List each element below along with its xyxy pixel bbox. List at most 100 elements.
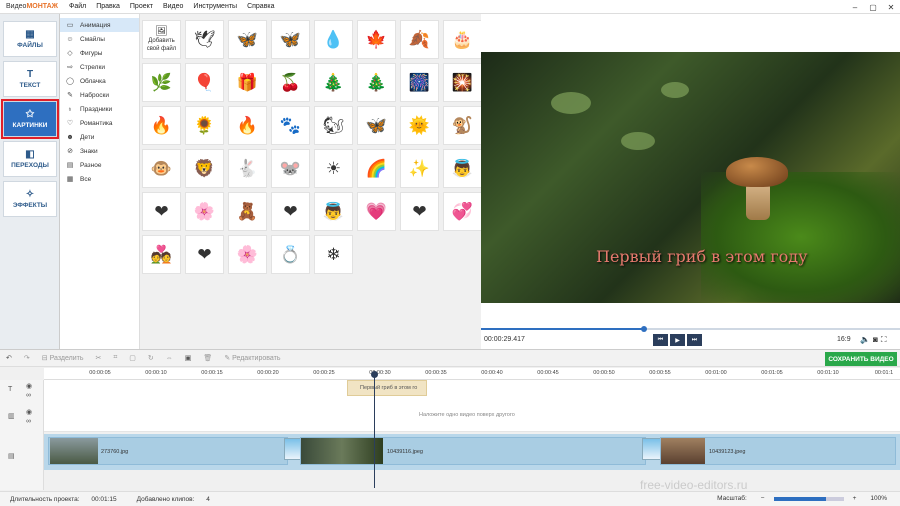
picture-tile[interactable]: 🦋 [357, 106, 396, 145]
menu-tools[interactable]: Инструменты [188, 3, 242, 10]
picture-tile[interactable]: 👼 [314, 192, 353, 231]
add-own-file-button[interactable]: 🖼 Добавить свой файл [142, 20, 181, 59]
picture-tile[interactable]: 🔥 [142, 106, 181, 145]
picture-tile[interactable]: 💞 [443, 192, 482, 231]
menu-video[interactable]: Видео [158, 3, 188, 10]
picture-tile[interactable]: 💧 [314, 20, 353, 59]
picture-tile[interactable]: ❄ [314, 235, 353, 274]
picture-tile[interactable]: 🎁 [228, 63, 267, 102]
play-icon[interactable]: ▶ [670, 334, 685, 346]
link-icon[interactable]: ∞ [26, 418, 31, 425]
category-misc[interactable]: ▤ Разное [60, 158, 139, 172]
picture-tile[interactable]: 🌻 [185, 106, 224, 145]
sidebar-text-button[interactable]: T ТЕКСТ [3, 61, 57, 97]
menu-project[interactable]: Проект [125, 3, 158, 10]
eye-icon[interactable]: ◉ [26, 408, 32, 416]
category-arrows[interactable]: ⇨ Стрелки [60, 60, 139, 74]
zoom-slider[interactable] [773, 496, 844, 501]
picture-tile[interactable]: 🎈 [185, 63, 224, 102]
category-shapes[interactable]: ◇ Фигуры [60, 46, 139, 60]
delete-icon[interactable]: 🗑 [197, 354, 218, 362]
zoom-out-icon[interactable]: − [756, 495, 770, 502]
picture-tile[interactable]: 🧸 [228, 192, 267, 231]
picture-tile[interactable]: 🍂 [400, 20, 439, 59]
eye-icon[interactable]: ◉ [26, 382, 32, 390]
picture-tile[interactable]: 🎄 [357, 63, 396, 102]
video-clip[interactable]: 10439123.jpeg [660, 437, 896, 465]
progress-handle[interactable] [641, 326, 647, 332]
cut-icon[interactable]: ✂ [89, 354, 107, 362]
timeline-ruler[interactable]: 00:00:05 00:00:10 00:00:15 00:00:20 00:00:25… [44, 368, 900, 380]
menu-help[interactable]: Справка [242, 3, 279, 10]
picture-tile[interactable]: 👼 [443, 149, 482, 188]
flip-icon[interactable]: ⇔ [160, 355, 179, 362]
category-bubbles[interactable]: ◯ Облачка [60, 74, 139, 88]
menu-edit[interactable]: Правка [91, 3, 125, 10]
picture-tile[interactable]: 🍒 [271, 63, 310, 102]
category-all[interactable]: ▦ Все [60, 172, 139, 186]
skip-forward-icon[interactable]: ⏭ [687, 334, 702, 346]
sidebar-pictures-button[interactable]: ✩ КАРТИНКИ [1, 99, 59, 139]
link-icon[interactable]: ∞ [26, 392, 31, 399]
picture-tile[interactable]: 🕊 [185, 20, 224, 59]
picture-tile[interactable]: 🦁 [185, 149, 224, 188]
sidebar-transitions-button[interactable]: ◧ ПЕРЕХОДЫ [3, 141, 57, 177]
picture-tile[interactable]: 🌞 [400, 106, 439, 145]
skip-back-icon[interactable]: ⏮ [653, 334, 668, 346]
picture-tile[interactable]: 💑 [142, 235, 181, 274]
minimize-icon[interactable]: – [846, 0, 864, 14]
aspect-ratio-select[interactable]: 16:9 [837, 336, 851, 343]
zoom-in-icon[interactable]: + [848, 495, 862, 502]
edit-button[interactable]: ✎ Редактировать [218, 354, 286, 363]
category-animation[interactable]: ▭ Анимация [60, 18, 139, 32]
picture-tile[interactable]: ❤ [400, 192, 439, 231]
picture-tile[interactable]: ☀ [314, 149, 353, 188]
paste-icon[interactable]: ▣ [179, 354, 198, 362]
picture-tile[interactable]: 🍁 [357, 20, 396, 59]
sidebar-effects-button[interactable]: ✧ ЭФФЕКТЫ [3, 181, 57, 217]
picture-tile[interactable]: 🎂 [443, 20, 482, 59]
category-kids[interactable]: ☻ Дети [60, 130, 139, 144]
undo-icon[interactable]: ↶ [0, 354, 18, 362]
picture-tile[interactable]: 🐒 [443, 106, 482, 145]
snapshot-icon[interactable]: ◙ [873, 335, 878, 345]
text-clip[interactable]: Первый гриб в этом го [347, 380, 427, 396]
picture-tile[interactable]: ❤ [185, 235, 224, 274]
picture-tile[interactable]: 🎄 [314, 63, 353, 102]
menu-file[interactable]: Файл [64, 3, 91, 10]
video-clip[interactable]: 273760.jpg [48, 437, 288, 465]
picture-tile[interactable]: 🐇 [228, 149, 267, 188]
playhead-handle[interactable] [371, 371, 378, 378]
picture-tile[interactable]: 🌈 [357, 149, 396, 188]
picture-tile[interactable]: 🔥 [228, 106, 267, 145]
picture-tile[interactable]: 🎆 [400, 63, 439, 102]
picture-tile[interactable]: 🐵 [142, 149, 181, 188]
redo-icon[interactable]: ↷ [18, 354, 36, 362]
volume-icon[interactable]: 🔈 [860, 335, 870, 345]
save-video-button[interactable]: СОХРАНИТЬ ВИДЕО [825, 352, 897, 366]
picture-tile[interactable]: 💍 [271, 235, 310, 274]
picture-tile[interactable]: 🐿 [314, 106, 353, 145]
category-smileys[interactable]: ☺ Смайлы [60, 32, 139, 46]
picture-tile[interactable]: 🌸 [228, 235, 267, 274]
category-signs[interactable]: ⊘ Знаки [60, 144, 139, 158]
split-button[interactable]: ⊟ Разделить [36, 354, 90, 363]
category-sketches[interactable]: ✎ Наброски [60, 88, 139, 102]
crop-icon[interactable]: ⌗ [107, 354, 123, 362]
picture-tile[interactable]: ✨ [400, 149, 439, 188]
close-icon[interactable]: ✕ [882, 0, 900, 14]
fullscreen-icon[interactable]: ⛶ [881, 335, 887, 345]
video-clip[interactable]: 10439116.jpeg [300, 437, 646, 465]
picture-tile[interactable]: ❤ [142, 192, 181, 231]
picture-tile[interactable]: 🦋 [271, 20, 310, 59]
picture-tile[interactable]: 🐾 [271, 106, 310, 145]
category-romance[interactable]: ♡ Романтика [60, 116, 139, 130]
category-holidays[interactable]: ♁ Праздники [60, 102, 139, 116]
copy-icon[interactable]: ▢ [123, 354, 142, 362]
picture-tile[interactable]: 🌸 [185, 192, 224, 231]
rotate-icon[interactable]: ↻ [142, 354, 160, 362]
picture-tile[interactable]: 🌿 [142, 63, 181, 102]
picture-tile[interactable]: 🐭 [271, 149, 310, 188]
playback-progress[interactable] [481, 326, 900, 332]
sidebar-files-button[interactable]: ▦ ФАЙЛЫ [3, 21, 57, 57]
